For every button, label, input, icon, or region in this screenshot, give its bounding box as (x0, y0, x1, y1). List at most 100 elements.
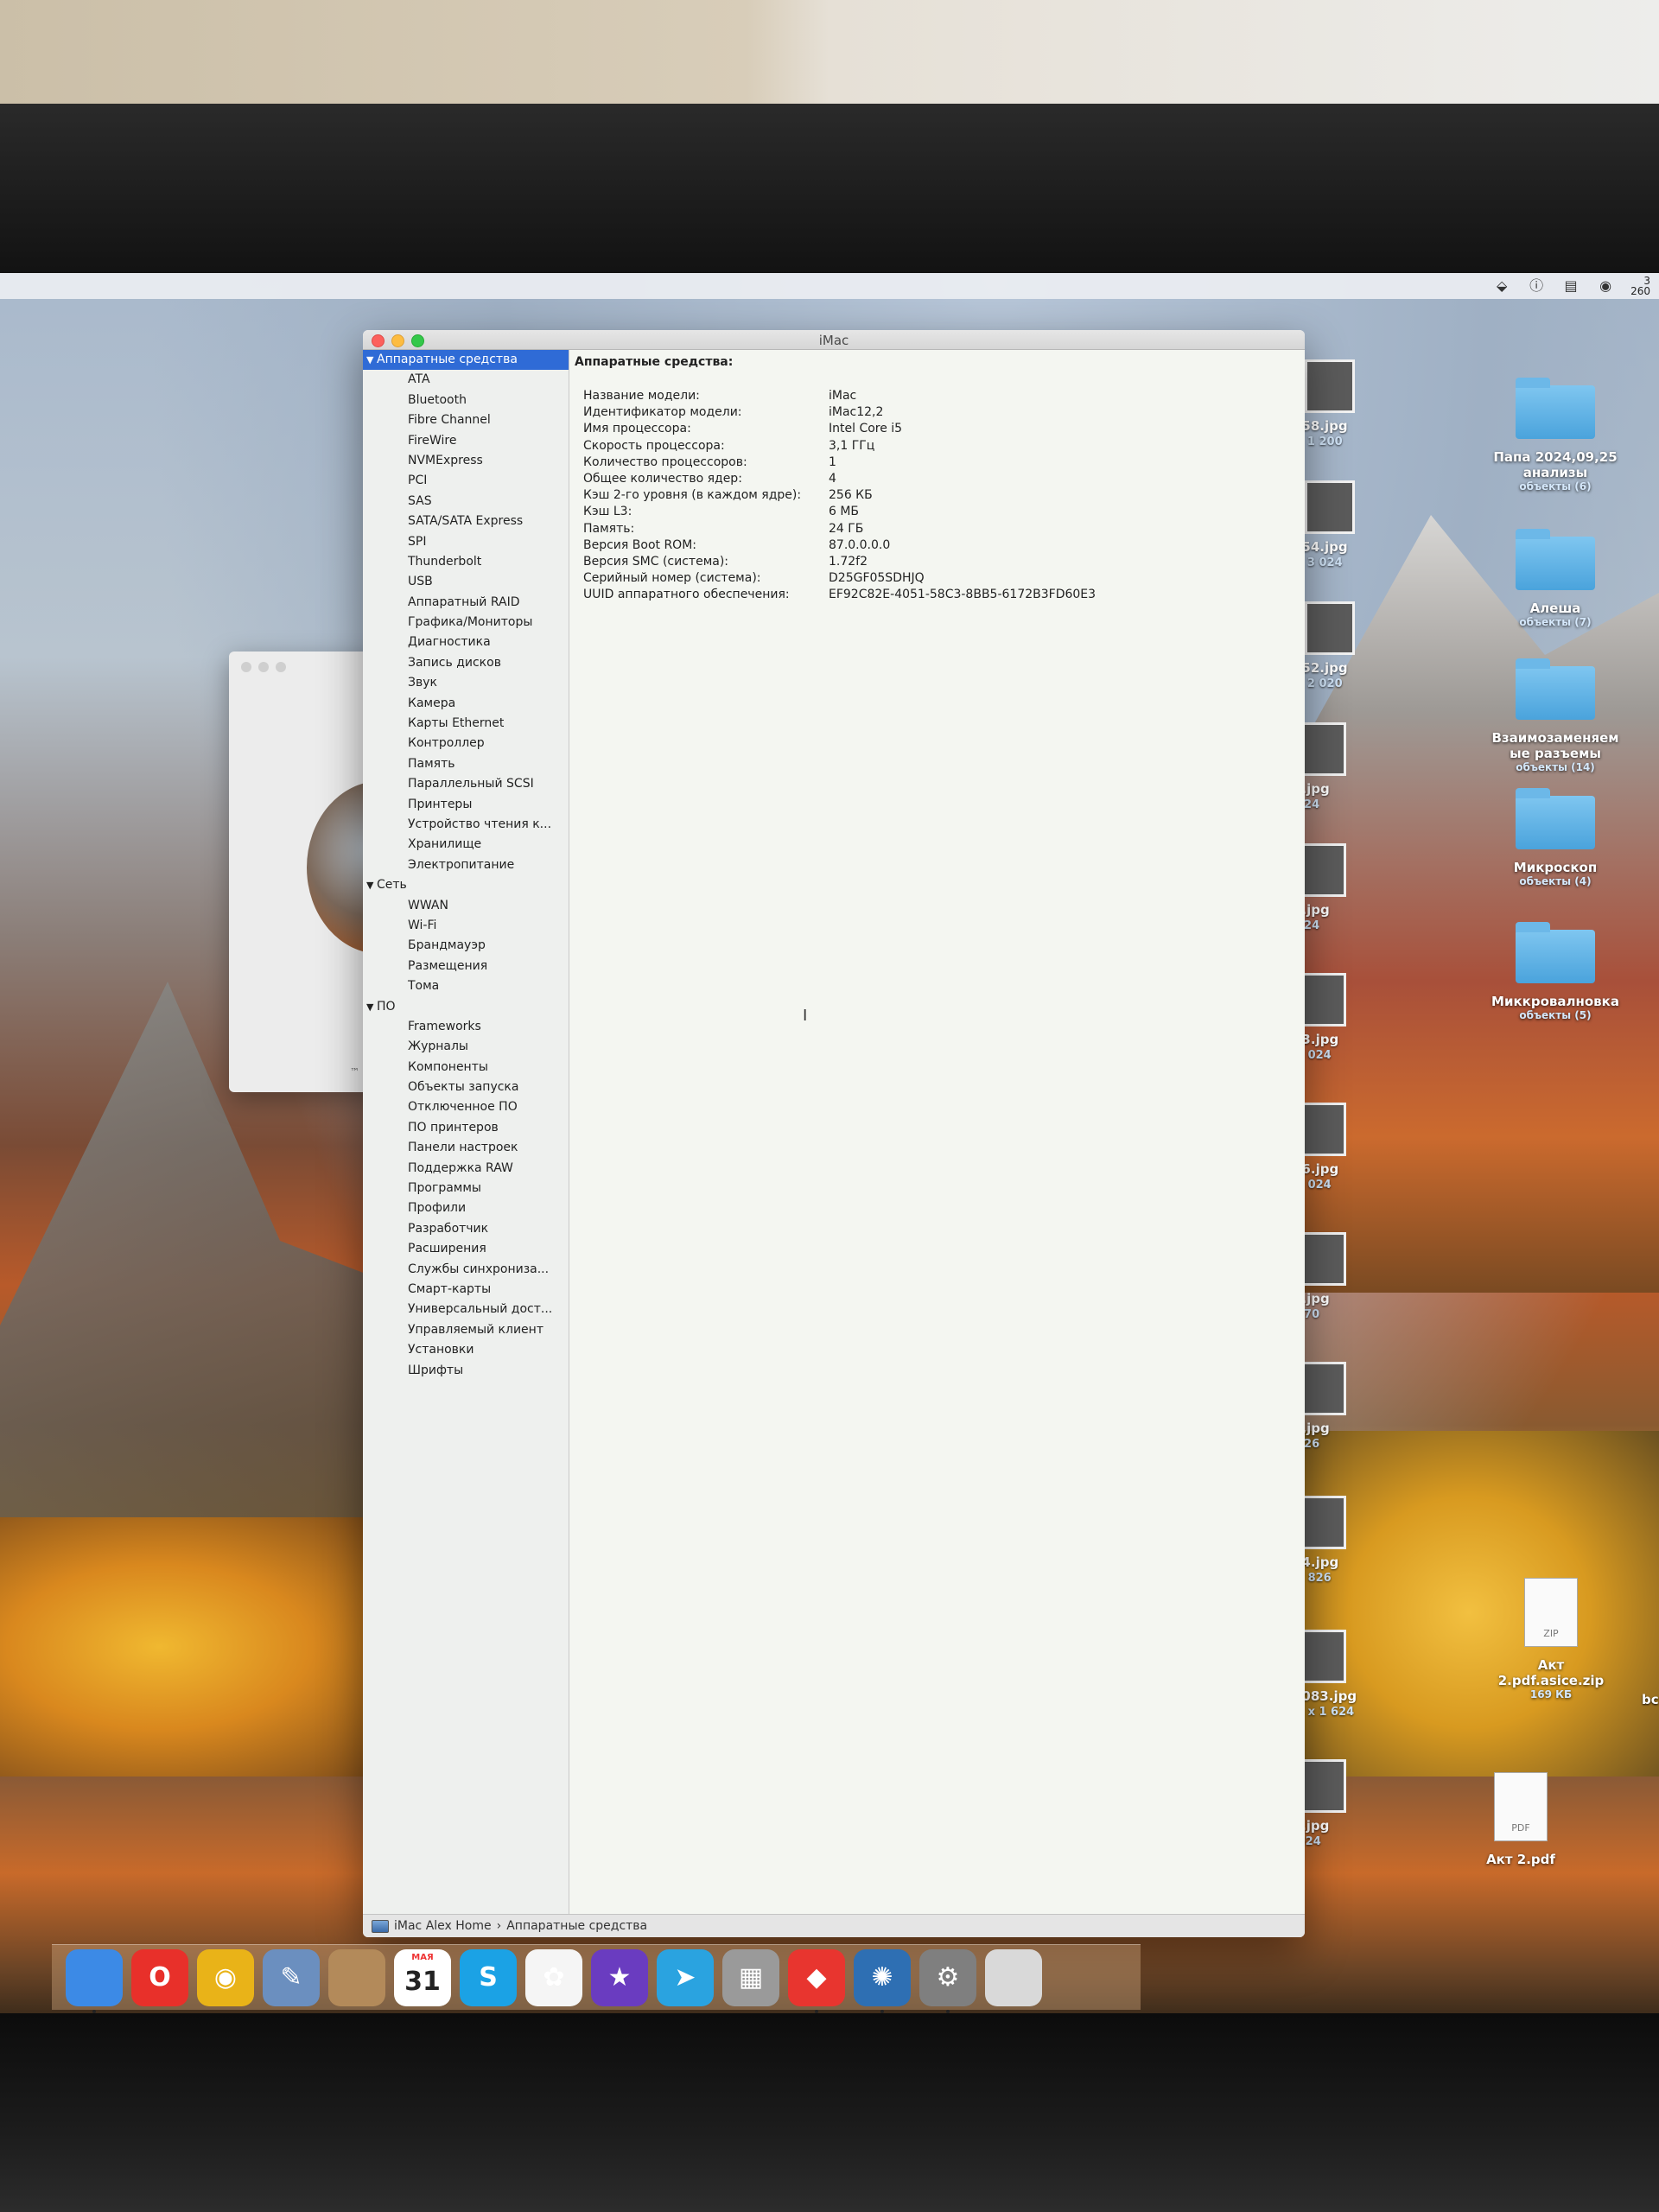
sidebar-item[interactable]: Параллельный SCSI (363, 774, 569, 794)
siri-icon[interactable]: ◉ (1596, 278, 1615, 294)
sidebar-item[interactable]: Компоненты (363, 1058, 569, 1077)
sidebar-item[interactable]: USB (363, 572, 569, 592)
sidebar-item[interactable]: WWAN (363, 896, 569, 916)
finder-dock-icon[interactable] (66, 1948, 123, 2013)
sidebar-item[interactable]: Fibre Channel (363, 410, 569, 430)
sidebar-item[interactable]: Универсальный дост... (363, 1300, 569, 1319)
about-minimize-button[interactable] (258, 662, 269, 672)
category-sidebar: ▼ Аппаратные средства ATA Bluetooth Fibre Ch… (363, 350, 569, 1915)
photos-dock-icon[interactable]: ✿ (525, 1948, 582, 2006)
sidebar-item[interactable]: ПО принтеров (363, 1118, 569, 1138)
file-thumbnail[interactable] (1305, 480, 1355, 534)
dock-glyph: ✎ (280, 1962, 302, 1993)
fan-control-dock-icon[interactable]: ✺ (854, 1948, 911, 2013)
telegram-dock-icon[interactable]: ➤ (657, 1948, 714, 2006)
language-icon[interactable]: ▤ (1561, 278, 1580, 294)
skype-dock-icon[interactable]: S (460, 1948, 517, 2006)
dropbox-icon[interactable]: ⬙ (1492, 278, 1511, 294)
onepassword-icon[interactable]: ⓘ (1527, 278, 1546, 294)
imovie-dock-icon[interactable]: ★ (591, 1948, 648, 2006)
sidebar-item[interactable]: Объекты запуска (363, 1077, 569, 1097)
desktop-folder[interactable]: Алеша объекты (7) (1491, 529, 1620, 629)
opera-dock-icon[interactable]: O (131, 1948, 188, 2006)
sidebar-item[interactable]: Службы синхрониза... (363, 1260, 569, 1280)
sidebar-item[interactable]: Bluetooth (363, 391, 569, 410)
disclosure-triangle-icon[interactable]: ▼ (366, 997, 377, 1017)
sidebar-item[interactable]: Журналы (363, 1037, 569, 1057)
about-close-button[interactable] (241, 662, 251, 672)
sidebar-item[interactable]: Wi-Fi (363, 916, 569, 936)
sidebar-item[interactable]: Графика/Мониторы (363, 613, 569, 632)
sidebar-item[interactable]: Поддержка RAW (363, 1159, 569, 1179)
notes-dock-icon[interactable] (328, 1948, 385, 2006)
calendar-dock-icon[interactable]: МАЯ 31 (394, 1948, 451, 2006)
trash-dock-icon[interactable] (985, 1948, 1042, 2006)
path-section[interactable]: Аппаратные средства (506, 1919, 647, 1933)
sidebar-item[interactable]: Устройство чтения к... (363, 815, 569, 835)
desktop-folder[interactable]: Взаимозаменяем ые разъемы объекты (14) (1491, 658, 1620, 774)
chrome-dock-icon[interactable]: ◉ (197, 1948, 254, 2006)
sidebar-item[interactable]: Frameworks (363, 1017, 569, 1037)
sidebar-item[interactable]: Запись дисков (363, 653, 569, 673)
sidebar-item[interactable]: Отключенное ПО (363, 1097, 569, 1117)
sidebar-item[interactable]: ATA (363, 370, 569, 390)
file-thumbnail[interactable] (1305, 601, 1355, 655)
sidebar-group[interactable]: ▼ ПО (363, 997, 569, 1017)
about-zoom-button[interactable] (276, 662, 286, 672)
sidebar-group[interactable]: ▼ Аппаратные средства (363, 350, 569, 371)
sidebar-item-label: Поддержка RAW (408, 1160, 513, 1175)
sidebar-item[interactable]: Программы (363, 1179, 569, 1198)
sidebar-item[interactable]: Профили (363, 1198, 569, 1218)
sidebar-item[interactable]: Карты Ethernet (363, 714, 569, 734)
sidebar-item[interactable]: PCI (363, 471, 569, 491)
disclosure-triangle-icon[interactable]: ▼ (366, 875, 377, 895)
property-value: EF92C82E-4051-58C3-8BB5-6172B3FD60E3 (829, 588, 1096, 602)
sidebar-item[interactable]: SPI (363, 532, 569, 552)
sidebar-group[interactable]: ▼ Сеть (363, 875, 569, 895)
sidebar-item[interactable]: Тома (363, 976, 569, 996)
calculator-dock-icon[interactable]: ▦ (722, 1948, 779, 2006)
sidebar-item[interactable]: Контроллер (363, 734, 569, 753)
sidebar-item[interactable]: Звук (363, 673, 569, 693)
sidebar-item[interactable]: Камера (363, 694, 569, 714)
sidebar-item[interactable]: Размещения (363, 957, 569, 976)
sidebar-item[interactable]: SATA/SATA Express (363, 512, 569, 531)
room-wall (0, 0, 1659, 112)
sidebar-item[interactable]: Панели настроек (363, 1138, 569, 1158)
sidebar-item[interactable]: Брандмауэр (363, 936, 569, 956)
desktop-file[interactable]: PDF Акт 2.pdf (1456, 1772, 1586, 1867)
menu-clock[interactable]: 3 260 (1630, 276, 1650, 296)
sidebar-item[interactable]: Хранилище (363, 835, 569, 855)
sidebar-item[interactable]: Аппаратный RAID (363, 593, 569, 613)
desktop-folder[interactable]: Миккровалновка объекты (5) (1491, 922, 1620, 1022)
property-key: Общее количество ядер: (583, 471, 742, 486)
system-information-dock-icon[interactable]: ⚙ (919, 1948, 976, 2013)
sidebar-item[interactable]: Шрифты (363, 1361, 569, 1381)
system-information-window[interactable]: iMac ▼ Аппаратные средства ATA Bluetooth Fib… (363, 330, 1305, 1937)
sidebar-item[interactable]: Память (363, 754, 569, 774)
sidebar-item[interactable]: SAS (363, 492, 569, 512)
property-key: Серийный номер (система): (583, 571, 761, 586)
desktop-file[interactable]: ZIP Акт 2.pdf.asice.zip 169 КБ (1486, 1578, 1616, 1701)
sidebar-item[interactable]: FireWire (363, 431, 569, 451)
desktop-folder[interactable]: Папа 2024,09,25 анализы объекты (6) (1491, 378, 1620, 493)
desktop-folder[interactable]: Микроскоп объекты (4) (1491, 788, 1620, 888)
sidebar-item[interactable]: NVMExpress (363, 451, 569, 471)
sidebar-item[interactable]: Расширения (363, 1239, 569, 1259)
sidebar-item[interactable]: Принтеры (363, 795, 569, 815)
file-thumbnail[interactable] (1305, 359, 1355, 413)
sidebar-item[interactable]: Thunderbolt (363, 552, 569, 572)
anydesk-dock-icon[interactable]: ◆ (788, 1948, 845, 2013)
sidebar-item[interactable]: Электропитание (363, 855, 569, 875)
path-computer[interactable]: iMac Alex Home (394, 1919, 492, 1933)
sidebar-item[interactable]: Установки (363, 1340, 569, 1360)
sidebar-item[interactable]: Смарт-карты (363, 1280, 569, 1300)
sidebar-item[interactable]: Диагностика (363, 632, 569, 652)
sidebar-item[interactable]: Разработчик (363, 1219, 569, 1239)
preview-dock-icon[interactable]: ✎ (263, 1948, 320, 2006)
window-titlebar[interactable]: iMac (363, 330, 1305, 350)
about-this-mac-window[interactable]: ™ и (229, 652, 385, 1092)
disclosure-triangle-icon[interactable]: ▼ (366, 350, 377, 370)
sidebar-item[interactable]: Управляемый клиент (363, 1320, 569, 1340)
sidebar-item-label: Объекты запуска (408, 1080, 519, 1095)
